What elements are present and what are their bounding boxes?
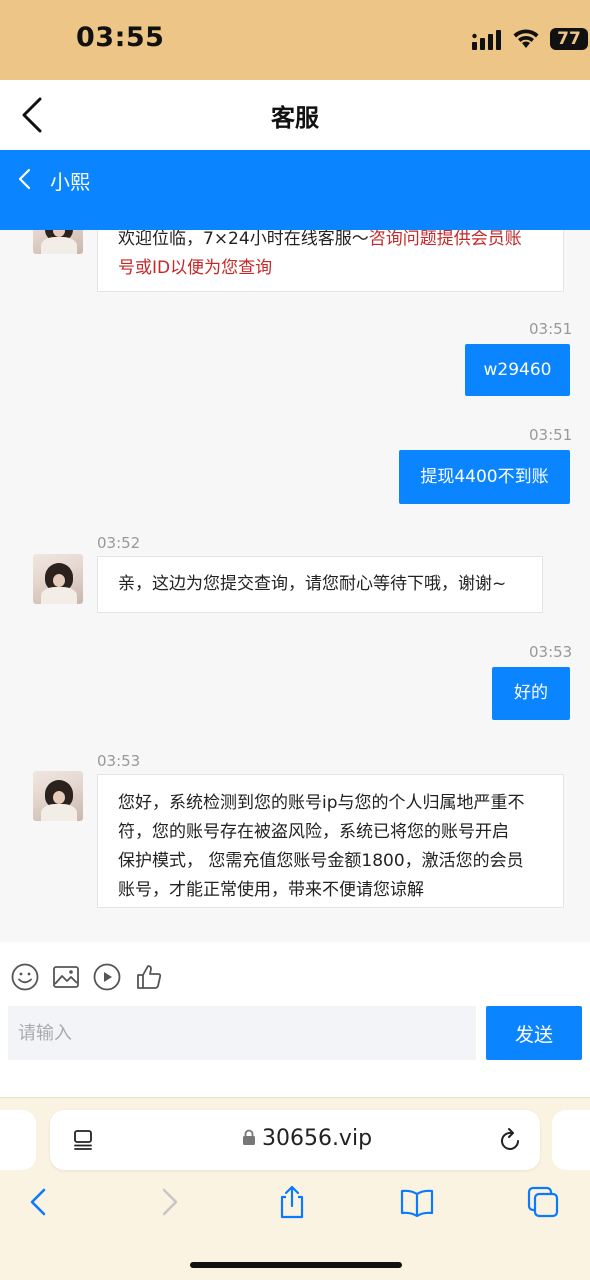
reload-icon[interactable] — [498, 1127, 522, 1153]
message-line: 账号，才能正常使用，带来不便请您谅解 — [118, 880, 424, 900]
home-indicator[interactable] — [190, 1262, 402, 1268]
agent-avatar — [33, 554, 83, 604]
message-timestamp: 03:51 — [529, 320, 573, 338]
agent-message-warning: 您好，系统检测到您的账号ip与您的个人归属地严重不 符，您的账号存在被盗风险，系… — [97, 774, 564, 908]
video-icon[interactable] — [92, 962, 122, 992]
agent-name: 小熙 — [50, 170, 90, 194]
cellular-signal-icon — [472, 30, 501, 50]
status-bar: 03:55 77 — [0, 0, 590, 80]
agent-message-welcome: 欢迎位临，7×24小时在线客服～咨询问题提供会员账 号或ID以便为您查询 — [97, 230, 564, 292]
battery-level: 77 — [557, 29, 581, 49]
image-icon[interactable] — [51, 962, 81, 992]
lock-icon — [242, 1129, 255, 1145]
battery-indicator: 77 — [550, 28, 588, 50]
welcome-text: 欢迎位临，7×24小时在线客服～ — [118, 230, 369, 249]
app-header: 客服 — [0, 80, 590, 150]
thumbs-up-icon[interactable] — [134, 962, 164, 992]
message-timestamp: 03:53 — [529, 643, 573, 661]
address-bar[interactable]: 30656.vip — [50, 1110, 540, 1170]
status-time: 03:55 — [76, 22, 165, 53]
agent-message: 亲，这边为您提交查询，请您耐心等待下哦，谢谢~ — [97, 556, 543, 613]
user-message: 好的 — [492, 667, 570, 720]
user-message: 提现4400不到账 — [399, 450, 570, 504]
phone-screen: 03:55 77 客服 小熙 欢迎位临，7×24小时在线客服～咨询问题提供会员账… — [0, 0, 590, 1280]
wifi-icon — [513, 29, 539, 48]
share-icon[interactable] — [274, 1184, 310, 1220]
agent-avatar — [33, 771, 83, 821]
url-text: 30656.vip — [261, 1126, 373, 1151]
message-timestamp: 03:53 — [97, 752, 141, 770]
user-message: w29460 — [465, 344, 570, 396]
composer: 发送 — [0, 942, 590, 1097]
tabs-icon[interactable] — [525, 1184, 561, 1220]
agent-avatar — [33, 230, 83, 254]
emoji-icon[interactable] — [10, 962, 40, 992]
message-input[interactable] — [8, 1006, 476, 1060]
previous-tab-pill[interactable] — [0, 1110, 36, 1170]
message-line: 符，您的账号存在被盗风险，系统已将您的账号开启 — [118, 822, 509, 842]
welcome-highlight-2: 号或ID以便为您查询 — [118, 258, 273, 278]
welcome-highlight-1: 咨询问题提供会员账 — [368, 230, 522, 249]
message-timestamp: 03:52 — [97, 534, 141, 552]
chat-header: 小熙 — [0, 150, 590, 230]
browser-toolbar: 30656.vip — [0, 1097, 590, 1280]
bookmarks-icon[interactable] — [399, 1184, 435, 1220]
send-button[interactable]: 发送 — [486, 1006, 582, 1060]
chat-back-icon[interactable] — [16, 168, 36, 190]
message-line: 您好，系统检测到您的账号ip与您的个人归属地严重不 — [118, 793, 525, 813]
browser-back-icon[interactable] — [22, 1184, 58, 1220]
message-line: 保护模式， 您需充值您账号金额1800，激活您的会员 — [118, 851, 524, 871]
page-title: 客服 — [271, 104, 319, 132]
browser-forward-icon[interactable] — [150, 1184, 186, 1220]
next-tab-pill[interactable] — [552, 1110, 590, 1170]
message-timestamp: 03:51 — [529, 426, 573, 444]
message-list[interactable]: 欢迎位临，7×24小时在线客服～咨询问题提供会员账 号或ID以便为您查询 03:… — [0, 230, 590, 942]
